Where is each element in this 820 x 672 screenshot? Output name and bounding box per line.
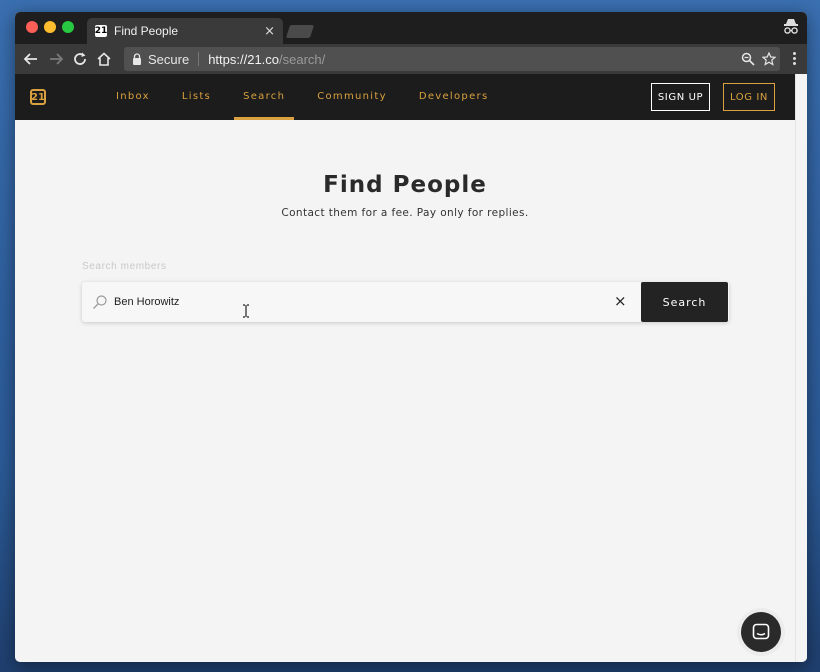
site-logo[interactable]: 21: [30, 89, 46, 105]
page-subtitle: Contact them for a fee. Pay only for rep…: [281, 207, 529, 219]
chat-icon: [752, 623, 770, 640]
page-scrollbar[interactable]: [795, 74, 807, 662]
nav-community[interactable]: Community: [308, 74, 396, 120]
browser-tab[interactable]: 21 Find People ×: [87, 18, 283, 44]
text-cursor-icon: [243, 304, 249, 318]
sign-up-button[interactable]: SIGN UP: [651, 83, 710, 111]
search-button[interactable]: Search: [641, 282, 728, 322]
secure-label: Secure: [148, 51, 190, 67]
clear-search-icon[interactable]: ×: [614, 292, 627, 310]
site-nav: Inbox Lists Search Community Developers: [107, 74, 511, 120]
tab-bar: 21 Find People ×: [15, 12, 807, 44]
tab-close-icon[interactable]: ×: [264, 24, 275, 39]
address-bar[interactable]: Secure https://21.co /search/: [124, 47, 780, 71]
url-host: https://21.co: [208, 51, 280, 67]
search-icon: [93, 295, 107, 309]
nav-inbox[interactable]: Inbox: [107, 74, 159, 120]
url-path: /search/: [279, 51, 326, 67]
search-input[interactable]: [114, 291, 584, 313]
minimize-window-button[interactable]: [44, 21, 56, 33]
search-label: Search members: [82, 261, 167, 272]
site-header: 21 Inbox Lists Search Community Develope…: [15, 74, 795, 120]
home-icon[interactable]: [96, 51, 112, 67]
chat-launcher-button[interactable]: [737, 608, 785, 656]
nav-lists[interactable]: Lists: [173, 74, 220, 120]
browser-menu-icon[interactable]: [793, 52, 797, 67]
tab-favicon-icon: 21: [94, 25, 108, 37]
page-content: Find People Contact them for a fee. Pay …: [15, 120, 807, 662]
nav-developers[interactable]: Developers: [410, 74, 498, 120]
close-window-button[interactable]: [26, 21, 38, 33]
zoom-icon[interactable]: [741, 52, 755, 66]
forward-arrow-icon[interactable]: [48, 51, 64, 67]
new-tab-button[interactable]: [285, 25, 315, 38]
omnibox-divider: [198, 52, 200, 66]
browser-window: 21 Find People × Secure https://21.co /s…: [15, 12, 807, 662]
reload-icon[interactable]: [72, 51, 88, 67]
log-in-button[interactable]: LOG IN: [723, 83, 775, 111]
browser-toolbar: Secure https://21.co /search/: [15, 44, 807, 74]
chat-inner: [741, 612, 781, 652]
lock-icon: [133, 53, 141, 65]
nav-search[interactable]: Search: [234, 74, 295, 120]
incognito-icon: [784, 19, 798, 34]
search-box: × Search: [82, 282, 729, 322]
back-arrow-icon[interactable]: [23, 51, 39, 67]
bookmark-star-icon[interactable]: [762, 52, 776, 66]
tab-title: Find People: [114, 24, 179, 38]
maximize-window-button[interactable]: [62, 21, 74, 33]
page-title: Find People: [323, 172, 487, 198]
